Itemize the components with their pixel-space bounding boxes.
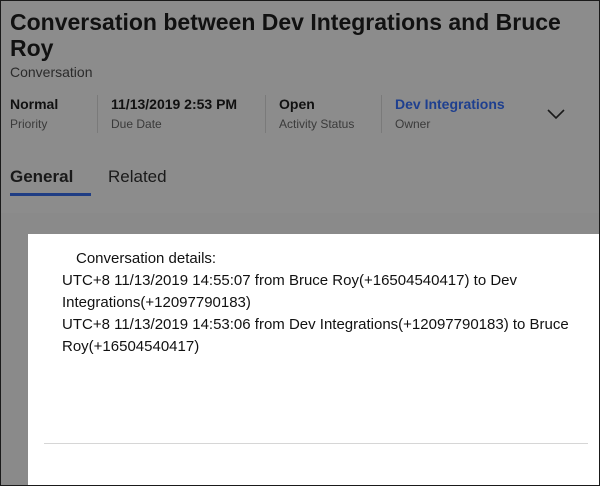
tab-general[interactable]: General — [10, 167, 73, 187]
conversation-entry-1: UTC+8 11/13/2019 14:55:07 from Bruce Roy… — [62, 272, 518, 311]
chevron-down-icon[interactable] — [545, 107, 567, 121]
conversation-entry-2: UTC+8 11/13/2019 14:53:06 from Dev Integ… — [62, 316, 569, 355]
activity-status-label: Activity Status — [279, 117, 355, 131]
active-tab-indicator — [10, 193, 91, 196]
details-panel: Conversation details: UTC+8 11/13/2019 1… — [28, 234, 599, 485]
details-heading: Conversation details: — [76, 250, 217, 267]
entity-type-label: Conversation — [10, 64, 93, 80]
owner-field[interactable]: Dev Integrations Owner — [381, 95, 505, 133]
owner-link[interactable]: Dev Integrations — [395, 95, 505, 113]
priority-label: Priority — [10, 117, 48, 131]
conversation-details: Conversation details: UTC+8 11/13/2019 1… — [62, 248, 582, 358]
record-header: Conversation between Dev Integrations an… — [1, 1, 599, 213]
record-form: Conversation between Dev Integrations an… — [0, 0, 600, 486]
divider — [44, 443, 588, 444]
due-date-field: 11/13/2019 2:53 PM Due Date — [97, 95, 237, 133]
record-title: Conversation between Dev Integrations an… — [10, 9, 561, 61]
due-date-label: Due Date — [111, 117, 162, 131]
activity-status-field: Open Activity Status — [265, 95, 354, 133]
priority-value: Normal — [10, 96, 59, 112]
due-date-value: 11/13/2019 2:53 PM — [111, 96, 238, 112]
tab-related[interactable]: Related — [108, 167, 167, 187]
priority-field: Normal Priority — [10, 95, 58, 133]
activity-status-value: Open — [279, 96, 315, 112]
owner-label: Owner — [395, 117, 431, 131]
